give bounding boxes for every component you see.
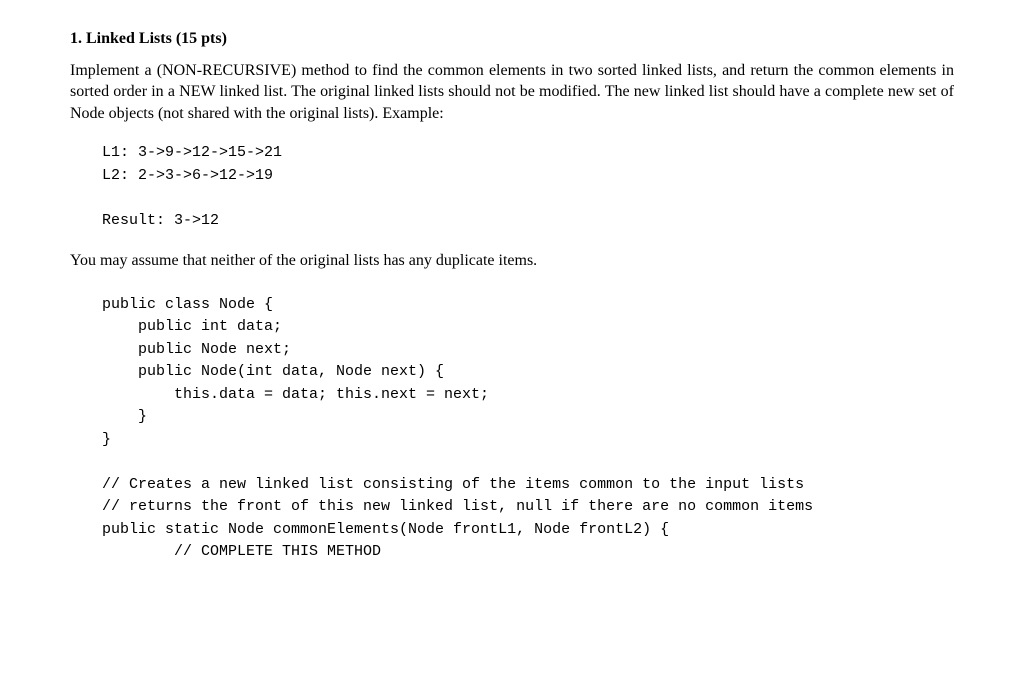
question-description: Implement a (NON-RECURSIVE) method to fi… xyxy=(70,60,954,125)
question-heading: 1. Linked Lists (15 pts) xyxy=(70,28,954,50)
assumption-text: You may assume that neither of the origi… xyxy=(70,250,954,272)
example-block: L1: 3->9->12->15->21 L2: 2->3->6->12->19… xyxy=(102,142,954,232)
code-block: public class Node { public int data; pub… xyxy=(102,294,954,564)
